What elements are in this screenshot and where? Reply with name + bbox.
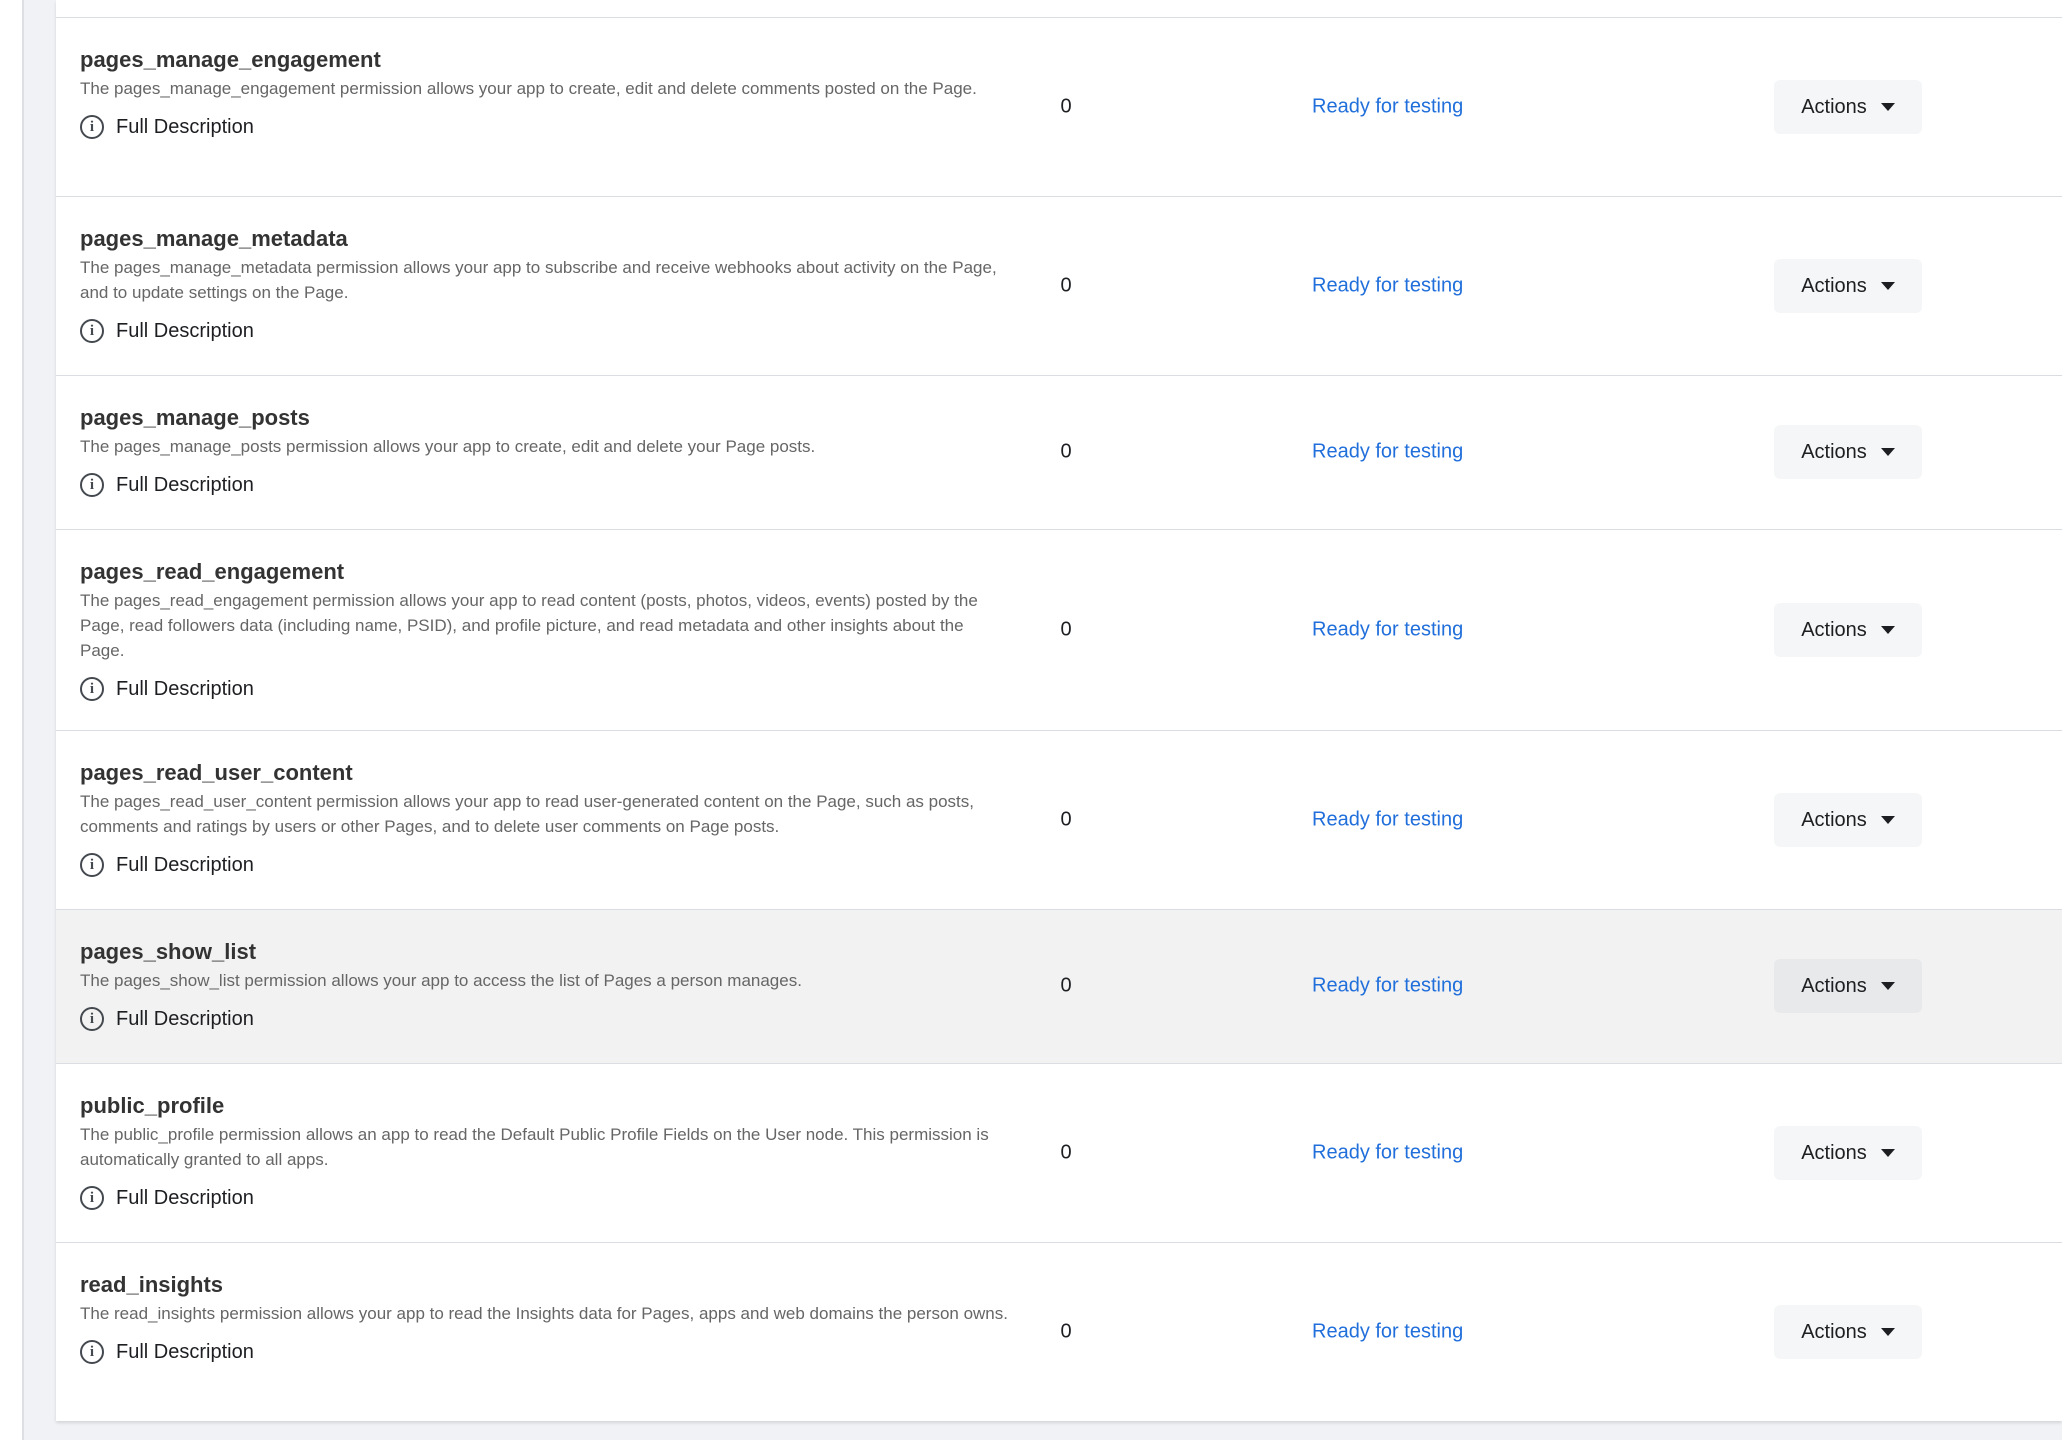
full-description-label: Full Description: [116, 1007, 254, 1030]
table-row: pages_read_user_content The pages_read_u…: [56, 731, 2062, 910]
status-link[interactable]: Ready for testing: [1312, 1142, 1463, 1165]
actions-button[interactable]: Actions: [1774, 259, 1922, 313]
permission-name: pages_manage_engagement: [80, 47, 381, 72]
info-circle-icon: i: [80, 677, 104, 701]
full-description-link[interactable]: i Full Description: [80, 851, 1010, 879]
info-circle-icon: i: [80, 115, 104, 139]
actions-button[interactable]: Actions: [1774, 425, 1922, 479]
actions-button[interactable]: Actions: [1774, 80, 1922, 134]
actions-label: Actions: [1801, 974, 1867, 997]
api-call-count: 0: [1060, 1141, 1072, 1164]
permission-description: The pages_read_user_content permission a…: [80, 792, 975, 836]
status-link[interactable]: Ready for testing: [1312, 809, 1463, 832]
actions-label: Actions: [1801, 1320, 1867, 1343]
full-description-label: Full Description: [116, 319, 254, 342]
actions-label: Actions: [1801, 808, 1867, 831]
api-call-count: 0: [1060, 274, 1072, 297]
full-description-label: Full Description: [116, 1340, 254, 1363]
api-call-count: 0: [1060, 808, 1072, 831]
permission-cell: pages_manage_engagement The pages_manage…: [80, 46, 1010, 141]
permission-cell: pages_read_engagement The pages_read_eng…: [80, 558, 1010, 703]
table-row: read_insights The read_insights permissi…: [56, 1243, 2062, 1421]
full-description-link[interactable]: i Full Description: [80, 113, 1010, 141]
full-description-link[interactable]: i Full Description: [80, 1184, 1010, 1212]
permission-description: The read_insights permission allows your…: [80, 1304, 1008, 1323]
table-row: pages_manage_engagement The pages_manage…: [56, 18, 2062, 197]
table-row: pages_read_engagement The pages_read_eng…: [56, 530, 2062, 731]
api-call-count: 0: [1060, 440, 1072, 463]
permission-name: public_profile: [80, 1093, 225, 1118]
permission-description: The public_profile permission allows an …: [80, 1125, 989, 1169]
info-circle-icon: i: [80, 1340, 104, 1364]
permission-name: pages_manage_posts: [80, 405, 310, 430]
caret-down-icon: [1880, 626, 1895, 634]
caret-down-icon: [1880, 1328, 1895, 1336]
api-call-count: 0: [1060, 974, 1072, 997]
full-description-label: Full Description: [116, 677, 254, 700]
permission-description: The pages_read_engagement permission all…: [80, 591, 978, 660]
full-description-label: Full Description: [116, 1186, 254, 1209]
api-call-count: 0: [1060, 1320, 1072, 1343]
full-description-label: Full Description: [116, 473, 254, 496]
status-link[interactable]: Ready for testing: [1312, 441, 1463, 464]
actions-button[interactable]: Actions: [1774, 1305, 1922, 1359]
status-link[interactable]: Ready for testing: [1312, 975, 1463, 998]
full-description-link[interactable]: i Full Description: [80, 675, 1010, 703]
left-navigation-rail: [0, 0, 24, 1440]
permission-name: read_insights: [80, 1272, 224, 1297]
full-description-label: Full Description: [116, 115, 254, 138]
caret-down-icon: [1880, 282, 1895, 290]
full-description-label: Full Description: [116, 853, 254, 876]
permission-description: The pages_manage_engagement permission a…: [80, 79, 977, 98]
actions-label: Actions: [1801, 274, 1867, 297]
info-circle-icon: i: [80, 1007, 104, 1031]
actions-label: Actions: [1801, 1141, 1867, 1164]
actions-label: Actions: [1801, 95, 1867, 118]
permission-description: The pages_manage_metadata permission all…: [80, 258, 997, 302]
full-description-link[interactable]: i Full Description: [80, 317, 1010, 345]
table-row: pages_show_list The pages_show_list perm…: [56, 910, 2062, 1064]
info-circle-icon: i: [80, 853, 104, 877]
caret-down-icon: [1880, 1149, 1895, 1157]
actions-label: Actions: [1801, 618, 1867, 641]
actions-button[interactable]: Actions: [1774, 793, 1922, 847]
info-circle-icon: i: [80, 1186, 104, 1210]
info-circle-icon: i: [80, 473, 104, 497]
caret-down-icon: [1880, 448, 1895, 456]
permission-description: The pages_show_list permission allows yo…: [80, 971, 802, 990]
permission-cell: public_profile The public_profile permis…: [80, 1092, 1010, 1212]
permission-cell: pages_show_list The pages_show_list perm…: [80, 938, 1010, 1033]
permission-cell: pages_manage_metadata The pages_manage_m…: [80, 225, 1010, 345]
permission-name: pages_show_list: [80, 939, 257, 964]
table-row: pages_manage_metadata The pages_manage_m…: [56, 197, 2062, 376]
table-row: public_profile The public_profile permis…: [56, 1064, 2062, 1243]
actions-button[interactable]: Actions: [1774, 1126, 1922, 1180]
info-circle-icon: i: [80, 319, 104, 343]
caret-down-icon: [1880, 103, 1895, 111]
full-description-link[interactable]: i Full Description: [80, 1338, 1010, 1366]
permission-cell: pages_read_user_content The pages_read_u…: [80, 759, 1010, 879]
api-call-count: 0: [1060, 95, 1072, 118]
full-description-link[interactable]: i Full Description: [80, 1005, 1010, 1033]
caret-down-icon: [1880, 816, 1895, 824]
status-link[interactable]: Ready for testing: [1312, 1321, 1463, 1344]
caret-down-icon: [1880, 982, 1895, 990]
status-link[interactable]: Ready for testing: [1312, 275, 1463, 298]
permission-name: pages_manage_metadata: [80, 226, 348, 251]
api-call-count: 0: [1060, 618, 1072, 641]
actions-button[interactable]: Actions: [1774, 959, 1922, 1013]
full-description-link[interactable]: i Full Description: [80, 471, 1010, 499]
status-link[interactable]: Ready for testing: [1312, 619, 1463, 642]
permission-description: The pages_manage_posts permission allows…: [80, 437, 816, 456]
permissions-table: pages_manage_engagement The pages_manage…: [56, 0, 2062, 1421]
actions-label: Actions: [1801, 440, 1867, 463]
permission-cell: pages_manage_posts The pages_manage_post…: [80, 404, 1010, 499]
actions-button[interactable]: Actions: [1774, 603, 1922, 657]
table-row: pages_manage_posts The pages_manage_post…: [56, 376, 2062, 530]
status-link[interactable]: Ready for testing: [1312, 96, 1463, 119]
permission-cell: read_insights The read_insights permissi…: [80, 1271, 1010, 1366]
permission-name: pages_read_user_content: [80, 760, 353, 785]
permission-name: pages_read_engagement: [80, 559, 345, 584]
